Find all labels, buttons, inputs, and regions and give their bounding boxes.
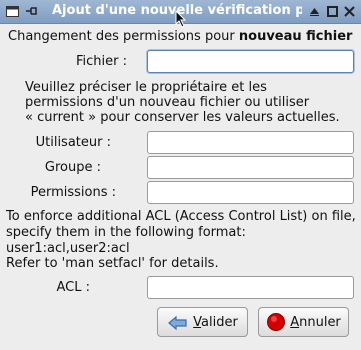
user-label: Utilisateur : xyxy=(35,135,111,150)
maximize-icon[interactable] xyxy=(325,4,340,18)
instruction-line-3: « current » pour conserver les valeurs a… xyxy=(25,110,340,125)
heading-target: nouveau fichier xyxy=(238,29,353,44)
ok-arrow-icon xyxy=(168,315,187,331)
user-input[interactable] xyxy=(147,131,354,154)
close-icon[interactable] xyxy=(342,4,357,18)
instruction-line-2: permissions d'un nouveau fichier ou util… xyxy=(25,95,310,110)
dialog-heading: Changement des permissions pour nouveau … xyxy=(8,29,352,44)
group-input[interactable] xyxy=(147,156,354,179)
cancel-button[interactable]: Annuler xyxy=(258,307,349,337)
title-bar: Ajout d'une nouvelle vérification pér xyxy=(0,0,361,28)
acl-help-line-2: specify them in the following format: xyxy=(6,225,246,240)
group-label: Groupe : xyxy=(44,160,101,175)
shade-icon[interactable] xyxy=(307,4,322,18)
acl-help-line-3: user1:acl,user2:acl xyxy=(6,241,130,256)
fichier-label: Fichier : xyxy=(76,54,127,69)
pin-icon[interactable] xyxy=(24,4,39,18)
permissions-label: Permissions : xyxy=(30,185,116,200)
acl-label: ACL : xyxy=(56,280,91,295)
acl-help-line-1: To enforce additional ACL (Access Contro… xyxy=(6,209,356,224)
permissions-input[interactable] xyxy=(147,181,354,204)
dialog-body: Changement des permissions pour nouveau … xyxy=(0,23,361,350)
acl-input[interactable] xyxy=(147,276,354,299)
stop-icon xyxy=(267,313,286,331)
acl-help-line-4: Refer to 'man setfacl' for details. xyxy=(6,256,219,271)
window-menu-icon[interactable] xyxy=(5,4,20,18)
validate-label: Valider xyxy=(193,314,238,330)
heading-prefix: Changement des permissions pour xyxy=(8,29,239,44)
instruction-line-1: Veuillez préciser le propriétaire et les xyxy=(25,80,267,95)
cancel-label: Annuler xyxy=(290,314,341,330)
validate-button[interactable]: Valider xyxy=(157,307,248,337)
fichier-input[interactable] xyxy=(147,50,354,73)
